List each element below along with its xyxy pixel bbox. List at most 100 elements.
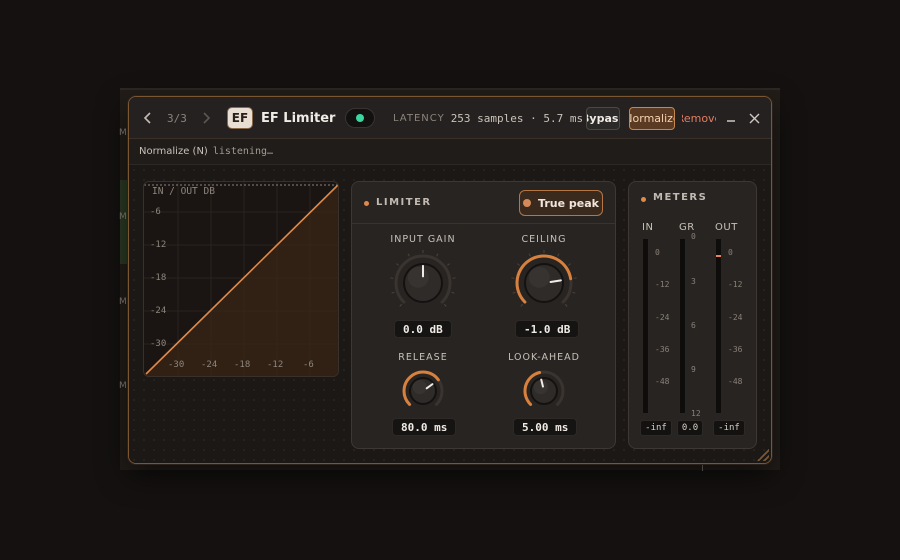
status-message: listening… bbox=[212, 146, 274, 157]
meter-out-tick: -48 bbox=[728, 377, 743, 386]
graph-y-tick: -12 bbox=[150, 240, 167, 250]
resize-grip-icon[interactable] bbox=[757, 449, 769, 461]
power-toggle[interactable] bbox=[345, 108, 375, 128]
ceiling-label: CEILING bbox=[521, 234, 567, 245]
meter-in-tick: -12 bbox=[655, 280, 670, 289]
meter-out-readout: -inf bbox=[713, 420, 745, 436]
knob-tick bbox=[528, 253, 531, 257]
plugin-logo: EF bbox=[227, 107, 253, 129]
host-track-strip bbox=[120, 180, 128, 264]
limiter-bullet-icon bbox=[364, 201, 369, 206]
limiter-header: LIMITER True peak bbox=[352, 182, 615, 224]
transfer-curve-graph: IN / OUT DB -6 -12 -18 -24 -30 -30 -24 -… bbox=[143, 181, 339, 377]
lookahead-knob[interactable] bbox=[519, 366, 569, 416]
knob-tick bbox=[520, 303, 524, 307]
meter-gr-tick: 12 bbox=[691, 409, 701, 418]
true-peak-led bbox=[523, 199, 532, 207]
ceiling-knob[interactable] bbox=[509, 248, 579, 318]
host-side-mark: M bbox=[119, 212, 127, 222]
minimize-icon[interactable] bbox=[726, 97, 736, 139]
input-gain-label: INPUT GAIN bbox=[390, 234, 456, 245]
input-gain-value[interactable]: 0.0 dB bbox=[394, 320, 452, 338]
meter-gr-readout: 0.0 bbox=[677, 420, 703, 436]
meter-out-tick: 0 bbox=[728, 248, 733, 257]
graph-title: IN / OUT DB bbox=[152, 186, 215, 197]
knob-tick bbox=[567, 263, 571, 266]
latency-label: LATENCY bbox=[393, 112, 445, 124]
graph-x-tick: -24 bbox=[201, 360, 218, 370]
knob-tick bbox=[572, 291, 576, 294]
graph-y-tick: -6 bbox=[150, 207, 161, 217]
meter-gr-tick: 3 bbox=[691, 277, 696, 286]
meter-in-tick: -36 bbox=[655, 345, 670, 354]
lookahead-label: LOOK-AHEAD bbox=[508, 352, 580, 363]
release-value[interactable]: 80.0 ms bbox=[392, 418, 457, 436]
knob-tick bbox=[396, 263, 400, 266]
graph-x-tick: -6 bbox=[303, 360, 314, 370]
meter-out-tick: -24 bbox=[728, 313, 743, 322]
meter-out-label: OUT bbox=[715, 222, 738, 233]
power-led bbox=[356, 114, 364, 122]
knob-tick bbox=[443, 303, 447, 307]
knob-tick bbox=[436, 253, 439, 257]
true-peak-label: True peak bbox=[538, 196, 599, 210]
plugin-window: 3/3 EF EF Limiter LATENCY 253 samples · … bbox=[128, 96, 772, 464]
graph-x-tick: -18 bbox=[234, 360, 251, 370]
meters-panel: METERS IN GR OUT 0 -12 -24 -36 -48 0 3 6… bbox=[628, 181, 757, 449]
meter-out-tick: -12 bbox=[728, 280, 743, 289]
plugin-content: IN / OUT DB -6 -12 -18 -24 -30 -30 -24 -… bbox=[129, 165, 771, 463]
remove-button[interactable]: Remove bbox=[682, 107, 716, 130]
meter-in-bar bbox=[642, 238, 649, 414]
knob-tick bbox=[564, 303, 568, 307]
knob-tick bbox=[557, 253, 560, 257]
release-knob[interactable] bbox=[398, 366, 448, 416]
input-gain-knob[interactable] bbox=[388, 248, 458, 318]
meter-out-peak bbox=[716, 255, 721, 257]
meter-gr-tick: 6 bbox=[691, 321, 696, 330]
meter-in-label: IN bbox=[642, 222, 654, 233]
true-peak-button[interactable]: True peak bbox=[519, 190, 603, 216]
plugin-counter: 3/3 bbox=[167, 111, 187, 125]
knob-highlight bbox=[407, 266, 429, 288]
knob-highlight bbox=[533, 379, 548, 395]
status-bar: Normalize (N) listening… bbox=[129, 139, 771, 165]
chevron-right-icon[interactable] bbox=[201, 97, 211, 139]
meter-in-tick: 0 bbox=[655, 248, 660, 257]
host-side-mark: M bbox=[119, 128, 127, 138]
chevron-left-icon[interactable] bbox=[143, 97, 153, 139]
knob-tick bbox=[517, 263, 521, 266]
lookahead-value[interactable]: 5.00 ms bbox=[513, 418, 578, 436]
knob-tick bbox=[399, 303, 403, 307]
release-label: RELEASE bbox=[398, 352, 448, 363]
meter-in-tick: -24 bbox=[655, 313, 670, 322]
knob-tick bbox=[391, 291, 395, 294]
graph-x-tick: -30 bbox=[168, 360, 185, 370]
limiter-panel: LIMITER True peak INPUT GAIN 0.0 dB CEIL… bbox=[351, 181, 616, 449]
knob-tick bbox=[446, 263, 450, 266]
graph-y-tick: -30 bbox=[150, 339, 167, 349]
meter-out-bar bbox=[715, 238, 722, 414]
limiter-title: LIMITER bbox=[376, 197, 432, 208]
meters-bullet-icon bbox=[641, 197, 646, 202]
knob-highlight bbox=[412, 379, 427, 395]
graph-y-tick: -24 bbox=[150, 306, 167, 316]
meter-gr-tick: 0 bbox=[691, 232, 696, 241]
ceiling-value[interactable]: -1.0 dB bbox=[515, 320, 580, 338]
knob-highlight bbox=[528, 266, 550, 288]
meter-in-tick: -48 bbox=[655, 377, 670, 386]
host-side-mark: M bbox=[119, 381, 127, 391]
close-icon[interactable] bbox=[749, 97, 760, 139]
host-side-mark: M bbox=[119, 297, 127, 307]
bypass-button[interactable]: Bypass bbox=[586, 107, 620, 130]
knob-tick bbox=[451, 291, 455, 294]
graph-y-tick: -18 bbox=[150, 273, 167, 283]
plugin-name: EF Limiter bbox=[261, 110, 336, 126]
meter-in-readout: -inf bbox=[640, 420, 672, 436]
meter-gr-tick: 9 bbox=[691, 365, 696, 374]
status-prefix: Normalize (N) bbox=[139, 146, 208, 157]
meters-title: METERS bbox=[653, 192, 708, 203]
normalize-button[interactable]: Normalize bbox=[629, 107, 675, 130]
knob-tick bbox=[407, 253, 410, 257]
knob-tick bbox=[512, 291, 516, 294]
meter-out-tick: -36 bbox=[728, 345, 743, 354]
